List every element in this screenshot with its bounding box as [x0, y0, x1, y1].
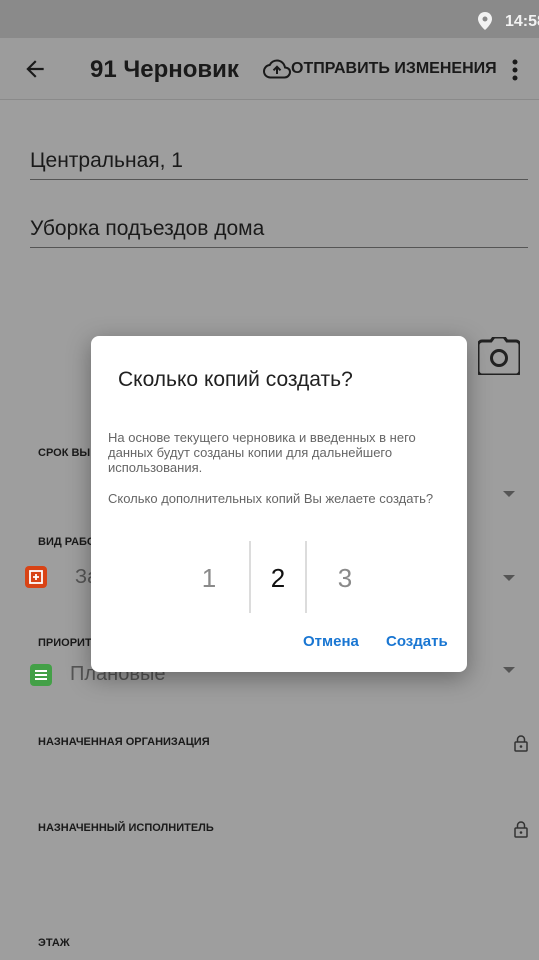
dialog-message: На основе текущего черновика и введенных… [108, 430, 416, 475]
send-changes-button[interactable]: ОТПРАВИТЬ ИЗМЕНЕНИЯ [263, 58, 497, 80]
floor-label: ЭТАЖ [38, 937, 70, 949]
send-changes-label: ОТПРАВИТЬ ИЗМЕНЕНИЯ [291, 60, 497, 77]
description-field[interactable]: Уборка подъездов дома [30, 217, 528, 248]
arrow-back-icon[interactable] [22, 56, 48, 82]
work-type-icon [25, 566, 47, 588]
status-time: 14:58 [505, 13, 539, 30]
picker-option-selected[interactable]: 2 [258, 563, 298, 594]
picker-divider [305, 541, 307, 613]
copies-number-picker[interactable]: 1 2 3 [91, 541, 467, 613]
lock-icon [514, 821, 528, 838]
status-bar: 14:58 [0, 0, 539, 38]
priority-icon [30, 664, 52, 686]
cancel-button[interactable]: Отмена [303, 633, 359, 650]
more-vert-icon[interactable] [506, 56, 524, 84]
cloud-upload-icon [263, 59, 291, 79]
picker-divider [249, 541, 251, 613]
picker-option-next[interactable]: 3 [325, 563, 365, 594]
create-button[interactable]: Создать [386, 633, 448, 650]
priority-dropdown-icon[interactable] [503, 667, 515, 673]
dialog-question: Сколько дополнительных копий Вы желаете … [108, 491, 434, 506]
deadline-label: СРОК ВЫ [38, 447, 91, 459]
dialog-title: Сколько копий создать? [118, 368, 353, 391]
work-type-dropdown-icon[interactable] [503, 575, 515, 581]
copies-dialog: Сколько копий создать? На основе текущег… [91, 336, 467, 672]
app-bar: 91 Черновик ОТПРАВИТЬ ИЗМЕНЕНИЯ [0, 38, 539, 100]
lock-icon [514, 735, 528, 752]
work-type-label: ВИД РАБС [38, 536, 95, 548]
page-title: 91 Черновик [90, 56, 239, 83]
location-pin-icon [478, 12, 492, 30]
address-field[interactable]: Центральная, 1 [30, 149, 528, 180]
org-label: НАЗНАЧЕННАЯ ОРГАНИЗАЦИЯ [38, 736, 210, 748]
camera-icon[interactable] [478, 337, 520, 375]
priority-label: ПРИОРИТ [38, 637, 92, 649]
deadline-dropdown-icon[interactable] [503, 491, 515, 497]
executor-label: НАЗНАЧЕННЫЙ ИСПОЛНИТЕЛЬ [38, 822, 214, 834]
picker-option-prev[interactable]: 1 [189, 563, 229, 594]
